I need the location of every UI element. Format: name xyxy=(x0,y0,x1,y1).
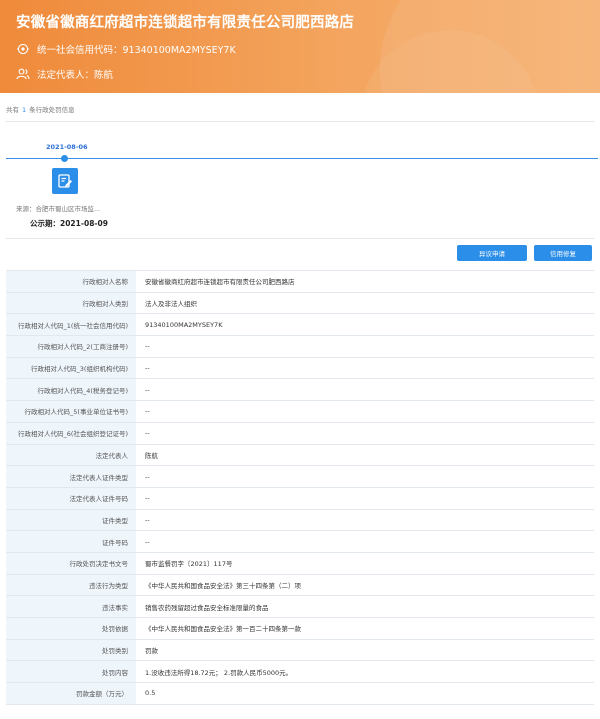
field-label: 行政相对人类别 xyxy=(6,292,136,314)
record-count-prefix: 共有 xyxy=(6,106,19,114)
table-row: 行政相对人代码_6(社会组织登记证号) -- xyxy=(6,422,594,445)
field-value: 安徽省徽商红府超市连锁超市有限责任公司肥西路店 xyxy=(145,278,295,287)
field-label: 行政相对人代码_3(组织机构代码) xyxy=(6,357,136,379)
credit-code-row: 统一社会信用代码：91340100MA2MYSEY7K xyxy=(16,42,236,56)
field-value: 蜀市监餐罚字〔2021〕117号 xyxy=(145,560,233,569)
table-row: 法定代表人 陈航 xyxy=(6,444,594,467)
table-row: 行政相对人代码_2(工商注册号) -- xyxy=(6,336,594,358)
table-row: 法定代表人证件号码 -- xyxy=(6,487,594,510)
table-row: 处罚内容 1.没收违法所得18.72元； 2.罚款人民币5000元。 xyxy=(6,661,594,684)
field-label: 违法行为类型 xyxy=(6,574,136,596)
credit-badge-icon xyxy=(16,43,30,55)
credit-code-text: 统一社会信用代码：91340100MA2MYSEY7K xyxy=(37,45,236,56)
field-label: 罚款金额（万元） xyxy=(6,683,136,704)
field-value: -- xyxy=(145,537,150,546)
legal-rep-text: 法定代表人：陈航 xyxy=(37,70,114,81)
field-label: 行政处罚决定书文号 xyxy=(6,552,136,574)
field-label: 行政相对人名称 xyxy=(6,271,136,292)
record-count-number: 1 xyxy=(22,106,27,114)
field-label: 行政相对人代码_5(事业单位证书号) xyxy=(6,401,136,422)
company-header: 安徽省徽商红府超市连锁超市有限责任公司肥西路店 统一社会信用代码：9134010… xyxy=(0,0,600,93)
field-label: 行政相对人代码_2(工商注册号) xyxy=(6,336,136,357)
field-value: 91340100MA2MYSEY7K xyxy=(145,320,223,329)
table-row: 行政相对人代码_4(税务登记号) -- xyxy=(6,379,594,402)
field-label: 法定代表人 xyxy=(6,444,136,466)
field-label: 行政相对人代码_4(税务登记号) xyxy=(6,379,136,401)
timeline-publish-date: 公示期：2021-08-09 xyxy=(30,219,108,228)
record-count: 共有 1 条行政处罚信息 xyxy=(6,104,75,114)
divider xyxy=(6,121,594,122)
field-value: 销售农药残留超过食品安全标准限量的食品 xyxy=(145,603,269,612)
field-label: 法定代表人证件号码 xyxy=(6,487,136,509)
timeline-source: 来源：合肥市蜀山区市场监... xyxy=(16,205,101,213)
field-label: 法定代表人证件类型 xyxy=(6,466,136,487)
edit-document-icon[interactable] xyxy=(52,168,78,194)
field-value: 罚款 xyxy=(145,647,158,656)
field-label: 行政相对人代码_1(统一社会信用代码) xyxy=(6,314,136,336)
legal-rep-row: 法定代表人：陈航 xyxy=(16,67,113,81)
field-label: 行政相对人代码_6(社会组织登记证号) xyxy=(6,422,136,444)
timeline-date: 2021-08-06 xyxy=(46,143,88,151)
field-label: 处罚依据 xyxy=(6,618,136,639)
field-value: 《中华人民共和国食品安全法》第一百二十四条第一款 xyxy=(145,625,301,634)
field-label: 处罚类别 xyxy=(6,639,136,661)
table-row: 行政相对人代码_5(事业单位证书号) -- xyxy=(6,401,594,423)
timeline-dot[interactable] xyxy=(61,155,68,162)
field-value: 法人及非法人组织 xyxy=(145,300,197,309)
table-row: 行政相对人代码_1(统一社会信用代码) 91340100MA2MYSEY7K xyxy=(6,314,594,337)
table-row: 行政相对人代码_3(组织机构代码) -- xyxy=(6,357,594,380)
field-value: -- xyxy=(145,494,150,503)
field-label: 违法事实 xyxy=(6,596,136,617)
penalty-detail-table: 行政相对人名称 安徽省徽商红府超市连锁超市有限责任公司肥西路店 行政相对人类别 法人及… xyxy=(6,270,594,705)
field-value: -- xyxy=(145,407,150,416)
user-group-icon xyxy=(16,68,30,80)
field-value: -- xyxy=(145,342,150,351)
field-value: -- xyxy=(145,429,150,438)
credit-repair-button[interactable]: 信用修复 xyxy=(534,245,592,261)
field-label: 证件号码 xyxy=(6,531,136,552)
objection-button[interactable]: 异议申请 xyxy=(457,245,527,261)
table-row: 违法行为类型 《中华人民共和国食品安全法》第三十四条第（二）项 xyxy=(6,574,594,597)
table-row: 法定代表人证件类型 -- xyxy=(6,466,594,488)
field-value: -- xyxy=(145,472,150,481)
field-label: 处罚内容 xyxy=(6,661,136,683)
field-value: 《中华人民共和国食品安全法》第三十四条第（二）项 xyxy=(145,581,301,590)
divider xyxy=(6,238,594,239)
table-row: 证件号码 -- xyxy=(6,531,594,553)
table-row: 处罚类别 罚款 xyxy=(6,639,594,662)
field-value: 0.5 xyxy=(145,689,156,698)
table-row: 处罚依据 《中华人民共和国食品安全法》第一百二十四条第一款 xyxy=(6,618,594,640)
record-count-suffix: 条行政处罚信息 xyxy=(29,106,75,114)
field-label: 证件类型 xyxy=(6,509,136,531)
table-row: 证件类型 -- xyxy=(6,509,594,532)
timeline-line xyxy=(6,158,598,159)
field-value: -- xyxy=(145,385,150,394)
field-value: 陈航 xyxy=(145,451,158,460)
company-name: 安徽省徽商红府超市连锁超市有限责任公司肥西路店 xyxy=(16,15,355,31)
field-value: -- xyxy=(145,515,150,524)
table-row: 行政处罚决定书文号 蜀市监餐罚字〔2021〕117号 xyxy=(6,552,594,575)
table-row: 违法事实 销售农药残留超过食品安全标准限量的食品 xyxy=(6,596,594,618)
table-row: 行政相对人名称 安徽省徽商红府超市连锁超市有限责任公司肥西路店 xyxy=(6,271,594,293)
table-row: 罚款金额（万元） 0.5 xyxy=(6,683,594,705)
field-value: -- xyxy=(145,364,150,373)
field-value: 1.没收违法所得18.72元； 2.罚款人民币5000元。 xyxy=(145,668,293,677)
table-row: 行政相对人类别 法人及非法人组织 xyxy=(6,292,594,315)
